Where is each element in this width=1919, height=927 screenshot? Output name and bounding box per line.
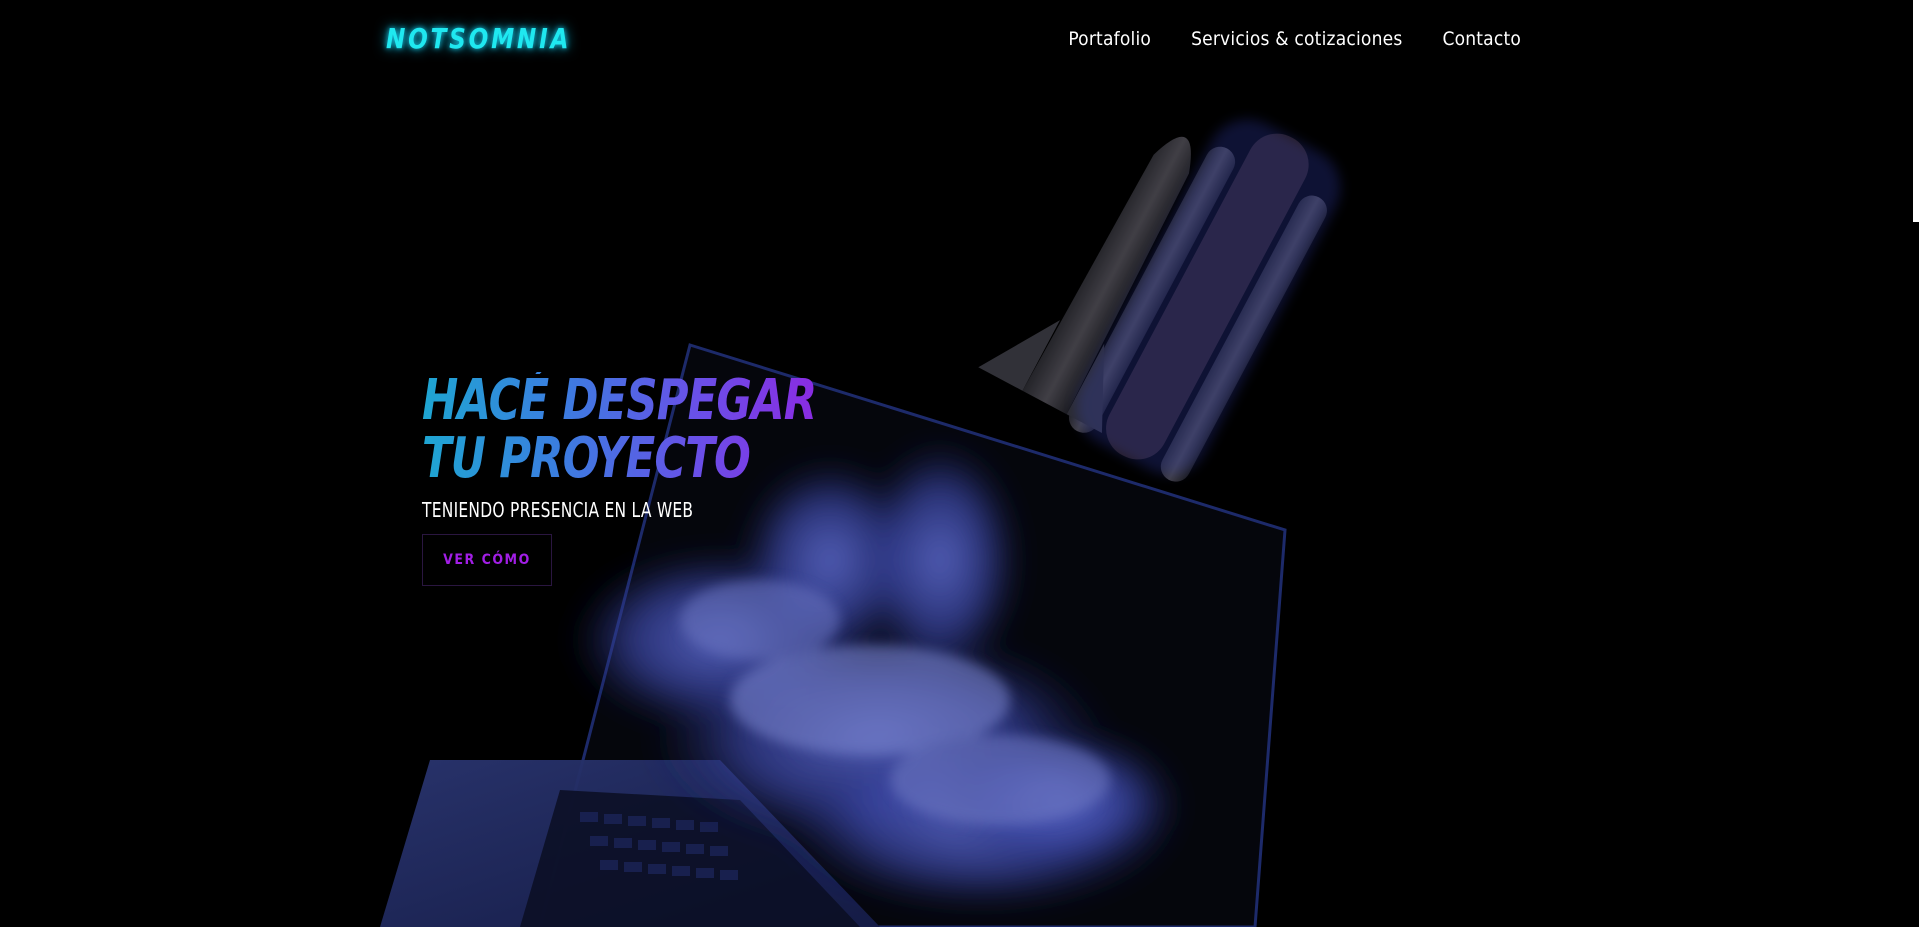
hero-section: HACÉ DESPEGAR TU PROYECTO TENIENDO PRESE… [422, 372, 882, 586]
nav-link-contacto[interactable]: Contacto [1442, 28, 1521, 50]
hero-background-image [380, 119, 1341, 927]
hero-headline: HACÉ DESPEGAR TU PROYECTO [422, 368, 817, 491]
main-nav: Portafolio Servicios & cotizaciones Cont… [1068, 28, 1521, 50]
hero-subheadline: TENIENDO PRESENCIA EN LA WEB [422, 498, 694, 522]
nav-link-portafolio[interactable]: Portafolio [1068, 28, 1151, 50]
site-header: NOTSOMNIA Portafolio Servicios & cotizac… [0, 0, 1919, 80]
ver-como-button[interactable]: VER CÓMO [422, 534, 552, 586]
site-logo[interactable]: NOTSOMNIA [386, 22, 571, 55]
nav-link-servicios[interactable]: Servicios & cotizaciones [1191, 28, 1402, 50]
scrollbar-thumb[interactable] [1913, 0, 1919, 222]
